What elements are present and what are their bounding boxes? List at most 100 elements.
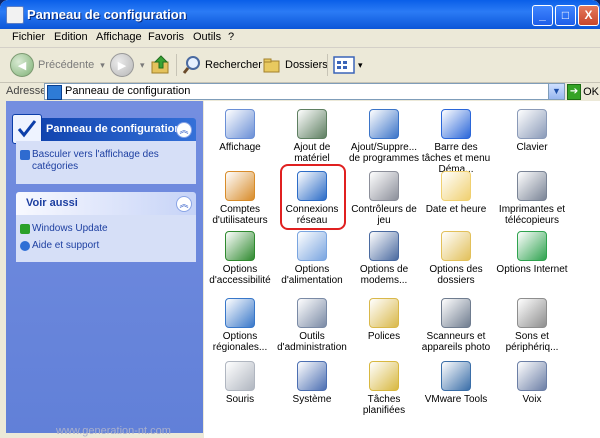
- printer-icon: [517, 171, 547, 201]
- item-internet[interactable]: Options Internet: [496, 231, 568, 275]
- address-dropdown-icon[interactable]: ▼: [548, 84, 564, 99]
- item-keyboard[interactable]: Clavier: [496, 109, 568, 153]
- item-printer[interactable]: Imprimantes et télécopieurs: [496, 171, 568, 226]
- left-task-pane: Panneau de configuration ︽ Basculer vers…: [6, 101, 203, 433]
- taskbar-icon: [441, 109, 471, 139]
- item-sound[interactable]: Sons et périphériq...: [496, 298, 568, 353]
- item-network[interactable]: Connexions réseau: [276, 171, 348, 226]
- back-arrow-icon: ◀: [10, 53, 34, 77]
- clock-icon: [441, 171, 471, 201]
- item-label: Options d'accessibilité: [209, 264, 271, 286]
- address-bar: Adresse Panneau de configuration ▼ ➔ OK: [0, 83, 600, 100]
- item-fonts[interactable]: Polices: [348, 298, 420, 342]
- views-button[interactable]: ▾: [333, 52, 363, 78]
- item-folder-options[interactable]: Options des dossiers: [420, 231, 492, 286]
- switch-view-icon: [20, 150, 30, 160]
- item-label: Options Internet: [496, 264, 568, 275]
- help-support-link[interactable]: Aide et support: [32, 240, 99, 252]
- regional-icon: [225, 298, 255, 328]
- control-panel-section-header[interactable]: Panneau de configuration ︽: [12, 114, 196, 144]
- item-modem[interactable]: Options de modems...: [348, 231, 420, 286]
- collapse-icon[interactable]: ︽: [176, 122, 192, 138]
- back-dropdown-icon[interactable]: ▾: [100, 60, 105, 71]
- see-also-section-header[interactable]: Voir aussi ︽: [16, 192, 196, 215]
- network-icon: [297, 171, 327, 201]
- item-scheduled-tasks[interactable]: Tâches planifiées: [348, 361, 420, 416]
- toolbar-separator: [327, 54, 328, 76]
- keyboard-icon: [517, 109, 547, 139]
- item-mouse[interactable]: Souris: [204, 361, 276, 405]
- go-button[interactable]: ➔ OK: [567, 83, 599, 100]
- item-taskbar[interactable]: Barre des tâches et menu Déma...: [420, 109, 492, 175]
- item-label: Options régionales...: [212, 331, 268, 353]
- item-scanner[interactable]: Scanneurs et appareils photo: [420, 298, 492, 353]
- close-button[interactable]: X: [578, 5, 599, 26]
- hardware-icon: [297, 109, 327, 139]
- item-speech[interactable]: Voix: [496, 361, 568, 405]
- scanner-icon: [441, 298, 471, 328]
- menu-fichier[interactable]: Fichier: [12, 31, 45, 43]
- item-vmware[interactable]: VMware Tools: [420, 361, 492, 405]
- item-admin-tools[interactable]: Outils d'administration: [276, 298, 348, 353]
- search-button[interactable]: Rechercher: [182, 52, 262, 78]
- address-field[interactable]: Panneau de configuration ▼: [44, 83, 565, 100]
- item-label: VMware Tools: [424, 394, 488, 405]
- menu-help[interactable]: ?: [228, 31, 234, 43]
- menu-affichage[interactable]: Affichage: [96, 31, 142, 43]
- item-label: Clavier: [516, 142, 548, 153]
- folders-button[interactable]: Dossiers: [262, 52, 328, 78]
- title-bar[interactable]: Panneau de configuration _ □ X: [0, 0, 600, 29]
- forward-button[interactable]: ▶ ▾: [110, 52, 145, 78]
- item-label: Imprimantes et télécopieurs: [498, 204, 566, 226]
- menu-edition[interactable]: Edition: [54, 31, 88, 43]
- scheduled-tasks-icon: [369, 361, 399, 391]
- item-label: Options d'alimentation: [281, 264, 343, 286]
- item-gamepad[interactable]: Contrôleurs de jeu: [348, 171, 420, 226]
- control-panel-window: Panneau de configuration _ □ X Fichier E…: [0, 0, 600, 438]
- item-system[interactable]: Système: [276, 361, 348, 405]
- window-title: Panneau de configuration: [27, 7, 187, 22]
- up-folder-button[interactable]: [150, 52, 172, 78]
- control-panel-section-body: Basculer vers l'affichage des catégories: [16, 141, 196, 184]
- item-accessibility[interactable]: Options d'accessibilité: [204, 231, 276, 286]
- item-programs[interactable]: Ajout/Suppre... de programmes: [348, 109, 420, 164]
- item-label: Souris: [225, 394, 255, 405]
- menu-outils[interactable]: Outils: [193, 31, 221, 43]
- toolbar: ◀ Précédente ▾ ▶ ▾ Rechercher Dossiers ▾: [0, 48, 600, 83]
- modem-icon: [369, 231, 399, 261]
- windows-update-link[interactable]: Windows Update: [32, 223, 108, 235]
- item-users[interactable]: Comptes d'utilisateurs: [204, 171, 276, 226]
- forward-dropdown-icon[interactable]: ▾: [140, 60, 145, 71]
- toolbar-separator: [176, 54, 177, 76]
- menu-bar: Fichier Edition Affichage Favoris Outils…: [0, 29, 600, 76]
- search-icon: [182, 56, 200, 74]
- address-label: Adresse: [6, 85, 47, 97]
- collapse-icon[interactable]: ︽: [176, 196, 192, 212]
- go-arrow-icon: ➔: [567, 83, 582, 100]
- see-also-title: Voir aussi: [26, 197, 78, 209]
- minimize-button[interactable]: _: [532, 5, 553, 26]
- item-label: Contrôleurs de jeu: [351, 204, 417, 226]
- item-clock[interactable]: Date et heure: [420, 171, 492, 215]
- item-display[interactable]: Affichage: [204, 109, 276, 153]
- switch-category-view-link[interactable]: Basculer vers l'affichage des catégories: [32, 149, 190, 173]
- item-label: Ajout/Suppre... de programmes: [348, 142, 420, 164]
- menu-favoris[interactable]: Favoris: [148, 31, 184, 43]
- item-hardware[interactable]: Ajout de matériel: [276, 109, 348, 164]
- item-regional[interactable]: Options régionales...: [204, 298, 276, 353]
- help-icon: [20, 241, 30, 251]
- item-label: Tâches planifiées: [362, 394, 406, 416]
- item-label: Voix: [522, 394, 542, 405]
- views-icon: [333, 56, 355, 74]
- item-label: Ajout de matériel: [293, 142, 331, 164]
- gamepad-icon: [369, 171, 399, 201]
- search-label: Rechercher: [205, 59, 262, 71]
- item-label: Affichage: [219, 142, 261, 153]
- accessibility-icon: [225, 231, 255, 261]
- views-dropdown-icon[interactable]: ▾: [358, 60, 363, 71]
- item-power[interactable]: Options d'alimentation: [276, 231, 348, 286]
- item-label: Options de modems...: [359, 264, 409, 286]
- back-button[interactable]: ◀ Précédente ▾: [10, 52, 105, 78]
- maximize-button[interactable]: □: [555, 5, 576, 26]
- windows-update-icon: [20, 224, 30, 234]
